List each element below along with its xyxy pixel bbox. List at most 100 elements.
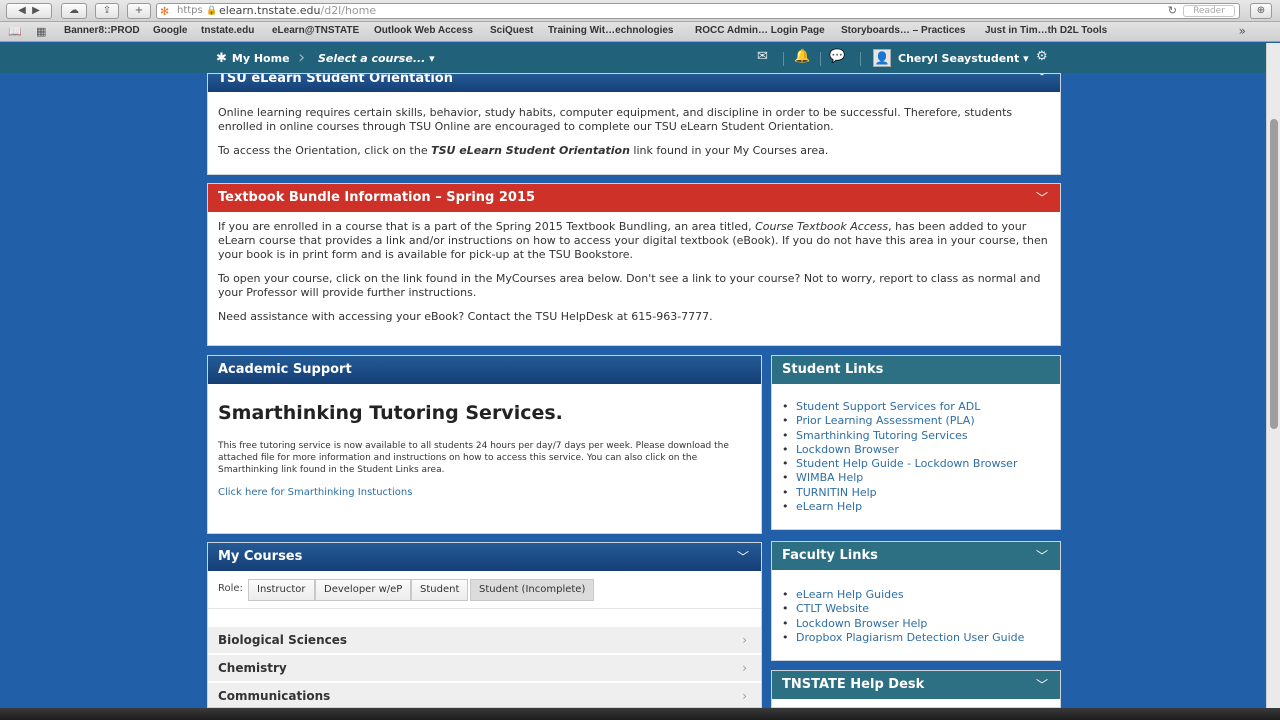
helpdesk-widget: TNSTATE Help Desk ﹀ (771, 670, 1061, 708)
my-courses-header[interactable]: My Courses ﹀ (208, 543, 761, 571)
course-selector[interactable]: Select a course... ▾ (318, 52, 435, 65)
faculty-links-widget: Faculty Links ﹀ eLearn Help Guides CTLT … (771, 541, 1061, 661)
orientation-access-paragraph: To access the Orientation, click on the … (218, 144, 1050, 158)
chevron-down-icon[interactable]: ﹀ (1036, 671, 1048, 699)
icloud-tabs-button[interactable]: ☁ (61, 3, 87, 19)
share-button[interactable]: ⇪ (95, 3, 119, 19)
chevron-right-icon: › (742, 689, 747, 703)
helpdesk-header[interactable]: TNSTATE Help Desk ﹀ (772, 671, 1060, 699)
orientation-body: Online learning requires certain skills,… (208, 92, 1060, 174)
academic-support-header: Academic Support (208, 356, 761, 384)
role-student-button[interactable]: Student (411, 579, 469, 601)
subscription-alerts-icon[interactable]: 💬 (829, 49, 845, 64)
course-item[interactable]: Chemistry › (208, 655, 761, 681)
course-item[interactable]: Biological Sciences › (208, 627, 761, 653)
nav-divider (783, 52, 784, 66)
url-path: /d2l/home (320, 4, 377, 17)
course-list: Biological Sciences › Chemistry › Communic… (208, 609, 761, 707)
widget-title: Faculty Links (782, 548, 878, 563)
bookmark-item[interactable]: Training Wit…echnologies (548, 25, 673, 36)
bookmark-item[interactable]: Banner8::PROD (64, 25, 140, 36)
top-sites-grid-icon[interactable]: ▦ (36, 25, 46, 38)
chevron-down-icon[interactable]: ﹀ (1036, 74, 1048, 83)
widget-title: TSU eLearn Student Orientation (218, 73, 453, 86)
student-link-item[interactable]: TURNITIN Help (782, 486, 1060, 501)
bookmark-item[interactable]: Google (153, 25, 187, 36)
smarthinking-instructions-link[interactable]: Click here for Smarthinking Instuctions (218, 486, 751, 500)
breadcrumb-separator-icon: › (298, 47, 306, 68)
bookmark-item[interactable]: Outlook Web Access (374, 25, 473, 36)
faculty-links-header[interactable]: Faculty Links ﹀ (772, 542, 1060, 570)
forward-icon[interactable]: ▶ (32, 5, 40, 16)
course-name: Communications (218, 689, 331, 703)
bookmark-item[interactable]: Storyboards… – Practices (841, 25, 966, 36)
student-link-item[interactable]: Smarthinking Tutoring Services (782, 429, 1060, 444)
scrollbar-thumb[interactable] (1270, 119, 1278, 429)
faculty-link-item[interactable]: Dropbox Plagiarism Detection User Guide (782, 631, 1060, 646)
new-tab-button[interactable]: + (127, 3, 151, 19)
avatar[interactable]: 👤 (873, 49, 891, 67)
student-link-item[interactable]: Lockdown Browser (782, 443, 1060, 458)
download-icon: ⊕ (1256, 5, 1266, 16)
bookmark-item[interactable]: eLearn@TNSTATE (272, 25, 359, 36)
role-student-incomplete-button[interactable]: Student (Incomplete) (470, 579, 595, 601)
bookmark-item[interactable]: SciQuest (490, 25, 533, 36)
role-instructor-button[interactable]: Instructor (248, 579, 315, 601)
student-link-item[interactable]: WIMBA Help (782, 471, 1060, 486)
role-label: Role: (218, 583, 243, 594)
student-link-item[interactable]: Prior Learning Assessment (PLA) (782, 414, 1060, 429)
https-label: https (177, 5, 203, 16)
widget-title: Student Links (782, 362, 884, 377)
back-forward-buttons[interactable]: ◀ ▶ (6, 3, 52, 19)
academic-support-widget: Academic Support Smarthinking Tutoring S… (207, 355, 762, 534)
address-bar[interactable]: ✻ https 🔒 elearn.tnstate.edu/d2l/home ↻ … (156, 3, 1240, 19)
role-developer-button[interactable]: Developer w/eP (315, 579, 412, 601)
bookmarks-book-icon[interactable]: 📖 (8, 25, 22, 38)
reader-button[interactable]: Reader (1183, 5, 1235, 17)
user-menu[interactable]: Cheryl Seaystudent ▾ (898, 52, 1029, 65)
text-span: Course Textbook Access (755, 220, 889, 233)
update-alerts-icon[interactable]: 🔔 (794, 49, 810, 64)
plus-icon: + (134, 5, 144, 16)
my-home-link[interactable]: ✱ My Home (216, 51, 290, 66)
my-courses-widget: My Courses ﹀ Role: Instructor Developer … (207, 542, 762, 708)
org-home-icon: ✱ (216, 51, 227, 66)
orientation-link-name: TSU eLearn Student Orientation (431, 144, 630, 157)
textbook-paragraph: If you are enrolled in a course that is … (218, 220, 1050, 262)
course-item[interactable]: Communications › (208, 683, 761, 707)
smarthinking-heading: Smarthinking Tutoring Services. (218, 402, 563, 424)
lock-icon: 🔒 (206, 6, 218, 16)
back-icon[interactable]: ◀ (18, 5, 26, 16)
bookmarks-bar: 📖 ▦ Banner8::PROD Google tnstate.edu eLe… (0, 22, 1280, 42)
url-text[interactable]: elearn.tnstate.edu/d2l/home (219, 4, 376, 18)
student-links-widget: Student Links Student Support Services f… (771, 355, 1061, 530)
orientation-header[interactable]: TSU eLearn Student Orientation ﹀ (208, 74, 1060, 92)
student-link-item[interactable]: eLearn Help (782, 500, 1060, 515)
my-home-label: My Home (231, 52, 290, 65)
chevron-down-icon[interactable]: ﹀ (1036, 542, 1048, 570)
reload-icon[interactable]: ↻ (1168, 4, 1177, 18)
bookmark-item[interactable]: tnstate.edu (201, 25, 254, 36)
student-link-item[interactable]: Student Support Services for ADL (782, 400, 1060, 415)
student-link-item[interactable]: Student Help Guide - Lockdown Browser (782, 457, 1060, 472)
chevron-down-icon[interactable]: ﹀ (1036, 184, 1048, 212)
downloads-button[interactable]: ⊕ (1250, 3, 1272, 19)
nav-divider (820, 52, 821, 66)
bookmark-item[interactable]: ROCC Admin… Login Page (695, 25, 825, 36)
message-alerts-icon[interactable]: ✉ (757, 49, 768, 64)
faculty-link-item[interactable]: eLearn Help Guides (782, 588, 1060, 603)
student-links-list: Student Support Services for ADL Prior L… (772, 384, 1060, 515)
text-span: To access the Orientation, click on the (218, 144, 432, 157)
bookmarks-overflow-icon[interactable]: » (1239, 24, 1246, 38)
faculty-link-item[interactable]: CTLT Website (782, 602, 1060, 617)
chevron-down-icon[interactable]: ﹀ (737, 543, 749, 571)
bookmark-item[interactable]: Just in Tim…th D2L Tools (985, 25, 1107, 36)
page-scrollbar[interactable] (1266, 43, 1280, 708)
textbook-header[interactable]: Textbook Bundle Information – Spring 201… (208, 184, 1060, 212)
textbook-paragraph: Need assistance with accessing your eBoo… (218, 310, 713, 323)
browser-toolbar: ◀ ▶ ☁ ⇪ + ✻ https 🔒 elearn.tnstate.edu/d… (0, 0, 1280, 22)
settings-gear-icon[interactable]: ⚙ (1036, 49, 1048, 64)
os-dock (0, 708, 1280, 720)
faculty-link-item[interactable]: Lockdown Browser Help (782, 617, 1060, 632)
student-links-header: Student Links (772, 356, 1060, 384)
